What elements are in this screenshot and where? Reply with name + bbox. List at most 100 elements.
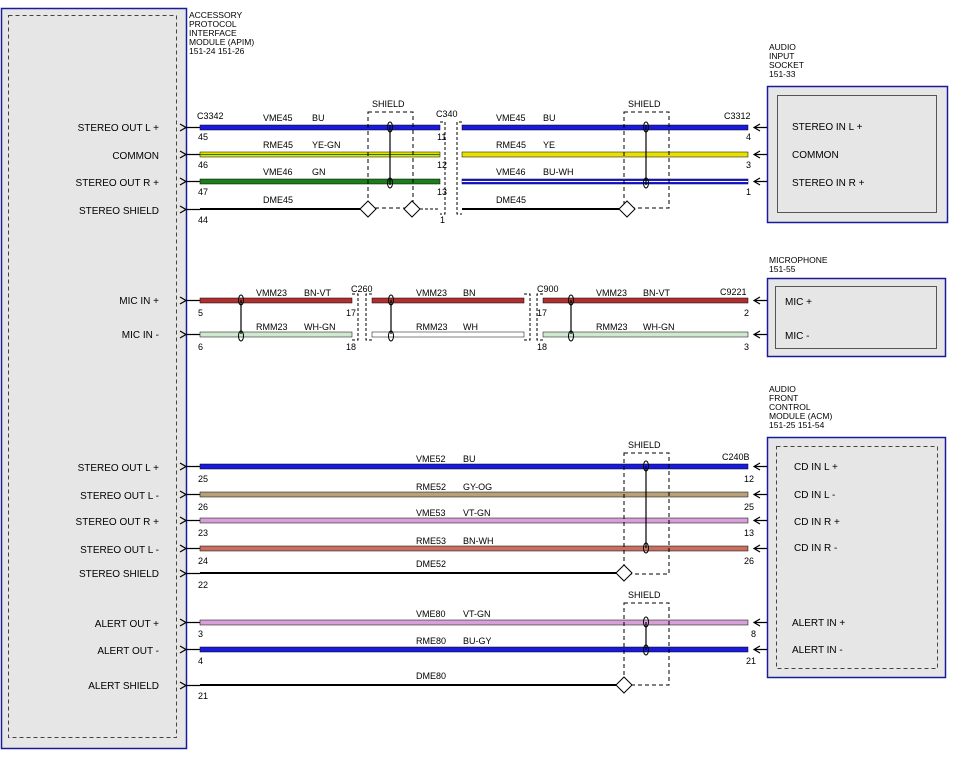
shield-drain-4 xyxy=(615,564,633,582)
circuit-label: VME80 xyxy=(416,609,446,619)
stereo-input-labels: C3342 C340 C3312 SHIELD SHIELD VME45 BU … xyxy=(197,99,751,225)
socket-pin-label: STEREO IN R + xyxy=(792,178,865,189)
acm-pin-label: CD IN R + xyxy=(794,517,840,528)
c900-pin-number: 17 xyxy=(537,308,547,318)
apim-pin-label: STEREO OUT R + xyxy=(76,517,160,528)
apim-pin-number: 3 xyxy=(198,629,203,639)
wire-vme80 xyxy=(199,619,749,626)
apim-pin-numbers: 45 46 47 44 5 6 25 26 23 24 22 3 4 21 xyxy=(198,132,208,701)
apim-pin-number: 24 xyxy=(198,556,208,566)
apim-pin-label: ALERT OUT + xyxy=(95,619,159,630)
wire-vmm23-b xyxy=(371,297,525,304)
apim-pin-label: ALERT OUT - xyxy=(97,646,159,657)
microphone-module: MICROPHONE 151-55 MIC + MIC - xyxy=(766,255,947,358)
acm-pin-number: 13 xyxy=(744,528,754,538)
c340-pin-number: 12 xyxy=(437,160,447,170)
circuit-label: DME80 xyxy=(416,671,446,681)
color-code: BN-WH xyxy=(463,536,494,546)
wire-rme80 xyxy=(199,646,749,653)
shield-drain-3 xyxy=(618,200,636,218)
acm-title-line-5: 151-25 151-54 xyxy=(769,420,825,430)
connector-c240b: C240B xyxy=(722,452,750,462)
acm-pin-number: 12 xyxy=(744,474,754,484)
color-code: BU-WH xyxy=(543,167,574,177)
acm-pin-number: 21 xyxy=(746,656,756,666)
color-code: BU xyxy=(312,113,325,123)
apim-title-line-5: 151-24 151-26 xyxy=(189,46,245,56)
circuit-label: VMM23 xyxy=(596,288,627,298)
apim-pin-number: 23 xyxy=(198,528,208,538)
circuit-label: RME45 xyxy=(263,140,293,150)
color-code: YE xyxy=(543,140,555,150)
apim-pin-number: 44 xyxy=(198,215,208,225)
circuit-label: VME52 xyxy=(416,454,446,464)
apim-pin-label: STEREO SHIELD xyxy=(79,569,159,580)
terminal-arrow xyxy=(752,618,767,627)
circuit-label: RME45 xyxy=(496,140,526,150)
terminal-arrow xyxy=(752,330,767,339)
wire-vme53 xyxy=(199,517,749,524)
apim-pin-number: 22 xyxy=(198,580,208,590)
apim-pin-number: 46 xyxy=(198,160,208,170)
circuit-label: VMM23 xyxy=(416,288,447,298)
acm-pin-number: 26 xyxy=(744,556,754,566)
c340-pin-number: 11 xyxy=(437,132,446,142)
socket-pin-number: 1 xyxy=(746,187,751,197)
connector-c260: C260 xyxy=(351,284,373,294)
terminal-arrow xyxy=(752,177,767,186)
color-code: WH-GN xyxy=(304,322,336,332)
apim-pin-label: ALERT SHIELD xyxy=(88,681,159,692)
mic-pin-label: MIC + xyxy=(785,297,812,308)
color-code: WH xyxy=(463,322,478,332)
wire-vme45-left xyxy=(199,124,441,131)
connector-c3342: C3342 xyxy=(197,111,224,121)
wire-vmm23-a xyxy=(199,297,353,304)
circuit-label: VMM23 xyxy=(256,288,287,298)
mic-pin-label: MIC - xyxy=(785,331,809,342)
shield-drain-2 xyxy=(403,200,421,218)
socket-pin-label: COMMON xyxy=(792,150,839,161)
color-code: BU-GY xyxy=(463,636,492,646)
right-terminals xyxy=(752,123,767,654)
circuit-label: RME80 xyxy=(416,636,446,646)
c260-pin-number: 18 xyxy=(346,342,356,352)
apim-pin-number: 45 xyxy=(198,132,208,142)
color-code: VT-GN xyxy=(463,508,491,518)
circuit-label: VME46 xyxy=(263,167,293,177)
apim-pin-label: COMMON xyxy=(112,151,159,162)
apim-pin-number: 5 xyxy=(198,308,203,318)
circuit-label: RMM23 xyxy=(256,322,288,332)
circuit-label: RME52 xyxy=(416,482,446,492)
wire-rme53 xyxy=(199,545,749,552)
wire-rme52 xyxy=(199,491,749,498)
mic-title-line-2: 151-55 xyxy=(769,264,796,274)
c900-pin-number: 18 xyxy=(537,342,547,352)
apim-pin-label: STEREO OUT R + xyxy=(76,178,160,189)
color-code: BN xyxy=(463,288,476,298)
color-code: YE-GN xyxy=(312,140,341,150)
connector-c9221: C9221 xyxy=(720,287,747,297)
apim-pin-label: STEREO OUT L - xyxy=(80,491,159,502)
apim-pin-number: 6 xyxy=(198,342,203,352)
apim-pin-label: MIC IN - xyxy=(122,330,159,341)
acm-module: AUDIO FRONT CONTROL MODULE (ACM) 151-25 … xyxy=(766,384,947,679)
color-code: BU xyxy=(543,113,556,123)
acm-pin-number: 8 xyxy=(751,629,756,639)
wiring-diagram: ACCESSORY PROTOCOL INTERFACE MODULE (API… xyxy=(0,0,955,753)
shield-drain-1 xyxy=(359,200,377,218)
circuit-label: VME53 xyxy=(416,508,446,518)
apim-pin-label: STEREO OUT L - xyxy=(80,545,159,556)
acm-pin-label: ALERT IN - xyxy=(792,645,843,656)
apim-pin-number: 4 xyxy=(198,656,203,666)
wire-rmm23-b xyxy=(371,331,525,338)
circuit-label: RME53 xyxy=(416,536,446,546)
apim-pin-label: STEREO SHIELD xyxy=(79,206,159,217)
connector-c340: C340 xyxy=(436,109,458,119)
terminal-arrow xyxy=(752,123,767,132)
socket-title-line-4: 151-33 xyxy=(769,69,796,79)
shield-label: SHIELD xyxy=(628,590,661,600)
wire-rme45-right xyxy=(461,151,749,158)
terminal-arrow xyxy=(752,150,767,159)
color-code: BU xyxy=(463,454,476,464)
mic-pin-number: 3 xyxy=(744,342,749,352)
